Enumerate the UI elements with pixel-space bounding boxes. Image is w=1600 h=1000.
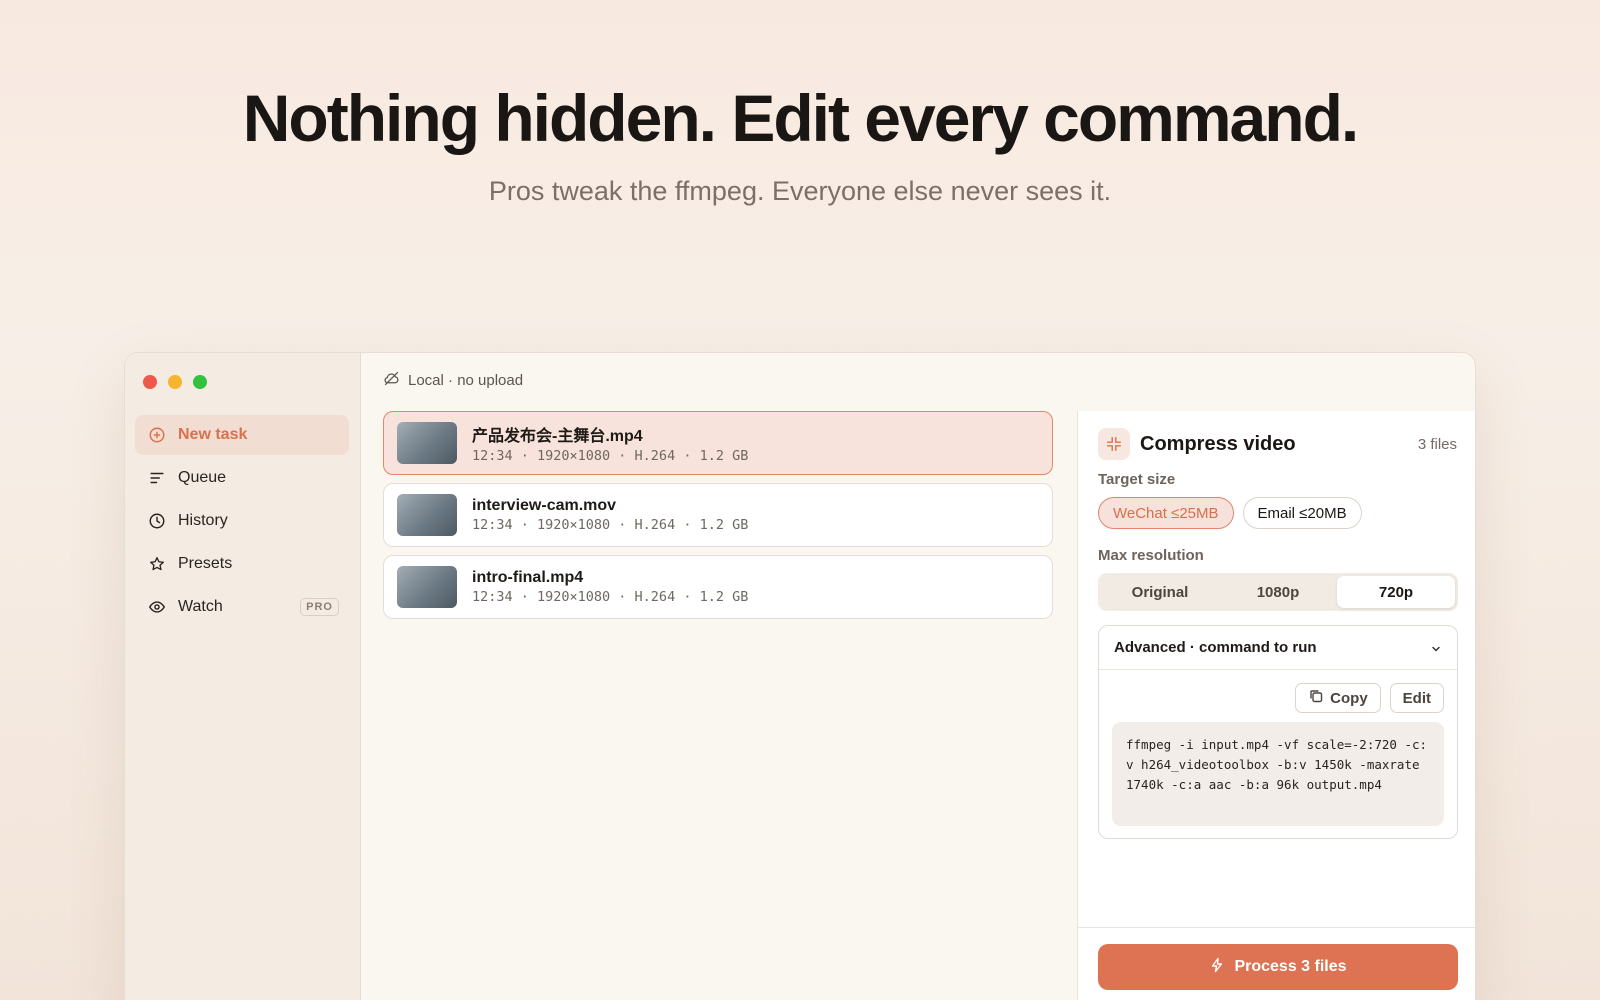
- task-panel: Compress video 3 files Target size WeCha…: [1077, 411, 1475, 1000]
- video-thumbnail: [397, 566, 457, 608]
- list-icon: [147, 468, 167, 488]
- command-actions: Copy Edit: [1295, 683, 1444, 713]
- sidebar-item-label: History: [178, 512, 228, 529]
- chip-wechat[interactable]: WeChat ≤25MB: [1098, 497, 1234, 529]
- star-icon: [147, 554, 167, 574]
- advanced-label: Advanced · command to run: [1114, 639, 1317, 656]
- panel-title: Compress video: [1140, 432, 1296, 455]
- file-name: interview-cam.mov: [472, 497, 617, 514]
- sidebar-item-presets[interactable]: Presets: [135, 544, 349, 584]
- sidebar-item-label: Watch: [178, 598, 223, 615]
- close-window-button[interactable]: [143, 375, 157, 389]
- minimize-window-button[interactable]: [168, 375, 182, 389]
- panel-header: Compress video 3 files: [1098, 428, 1457, 460]
- hero-subtitle: Pros tweak the ffmpeg. Everyone else nev…: [488, 176, 1112, 206]
- target-size-options: WeChat ≤25MB Email ≤20MB: [1098, 497, 1362, 529]
- segment-original[interactable]: Original: [1101, 576, 1219, 608]
- traffic-lights: [143, 375, 207, 389]
- file-count: 3 files: [1417, 435, 1457, 453]
- segment-1080p[interactable]: 1080p: [1219, 576, 1337, 608]
- sidebar-item-label: Queue: [178, 469, 227, 486]
- sidebar-item-queue[interactable]: Queue: [135, 458, 349, 498]
- chip-email[interactable]: Email ≤20MB: [1242, 497, 1362, 529]
- process-label: Process 3 files: [1234, 958, 1347, 975]
- segment-720p[interactable]: 720p: [1337, 576, 1455, 608]
- sidebar-item-label: Presets: [178, 555, 233, 572]
- list-item[interactable]: interview-cam.mov 12:34 · 1920×1080 · H.…: [383, 483, 1053, 547]
- resolution-segmented-control: Original 1080p 720p: [1098, 573, 1458, 611]
- video-thumbnail: [397, 422, 457, 464]
- file-name: 产品发布会-主舞台.mp4: [472, 428, 643, 445]
- copy-icon: [1308, 688, 1330, 708]
- file-meta: 12:34 · 1920×1080 · H.264 · 1.2 GB: [472, 448, 749, 464]
- advanced-section: Advanced · command to run Copy Edit ffmp…: [1098, 625, 1458, 839]
- edit-button[interactable]: Edit: [1389, 683, 1444, 713]
- edit-label: Edit: [1402, 689, 1431, 707]
- sidebar: New task Queue History Presets Watch PRO: [125, 353, 361, 1000]
- sidebar-item-history[interactable]: History: [135, 501, 349, 541]
- topbar: Local · no upload: [361, 353, 1475, 407]
- list-item[interactable]: intro-final.mp4 12:34 · 1920×1080 · H.26…: [383, 555, 1053, 619]
- pro-badge: PRO: [300, 598, 339, 616]
- ffmpeg-command[interactable]: ffmpeg -i input.mp4 -vf scale=-2:720 -c:…: [1112, 722, 1444, 826]
- target-size-label: Target size: [1098, 471, 1176, 488]
- list-item[interactable]: 产品发布会-主舞台.mp4 12:34 · 1920×1080 · H.264 …: [383, 411, 1053, 475]
- process-button[interactable]: Process 3 files: [1098, 944, 1458, 990]
- copy-label: Copy: [1330, 689, 1368, 707]
- sidebar-item-new-task[interactable]: New task: [135, 415, 349, 455]
- copy-button[interactable]: Copy: [1295, 683, 1381, 713]
- advanced-toggle[interactable]: Advanced · command to run: [1099, 626, 1457, 670]
- app-window: New task Queue History Presets Watch PRO…: [124, 352, 1476, 1000]
- compress-icon: [1098, 428, 1130, 460]
- file-list: 产品发布会-主舞台.mp4 12:34 · 1920×1080 · H.264 …: [383, 411, 1053, 627]
- sidebar-item-label: New task: [178, 426, 248, 443]
- lightning-icon: [1209, 957, 1234, 978]
- video-thumbnail: [397, 494, 457, 536]
- hero-title: Nothing hidden. Edit every command.: [242, 81, 1359, 155]
- eye-icon: [147, 597, 167, 617]
- file-meta: 12:34 · 1920×1080 · H.264 · 1.2 GB: [472, 589, 749, 605]
- sidebar-item-watch[interactable]: Watch PRO: [135, 587, 349, 627]
- chevron-down-icon: [1430, 642, 1442, 654]
- privacy-status: Local · no upload: [408, 371, 524, 389]
- clock-icon: [147, 511, 167, 531]
- zoom-window-button[interactable]: [193, 375, 207, 389]
- file-meta: 12:34 · 1920×1080 · H.264 · 1.2 GB: [472, 517, 749, 533]
- panel-footer: Process 3 files: [1078, 927, 1475, 1000]
- cloud-off-icon: [383, 370, 408, 391]
- plus-circle-icon: [147, 425, 167, 445]
- file-name: intro-final.mp4: [472, 569, 584, 586]
- sidebar-nav: New task Queue History Presets Watch PRO: [135, 415, 349, 630]
- max-resolution-label: Max resolution: [1098, 547, 1204, 564]
